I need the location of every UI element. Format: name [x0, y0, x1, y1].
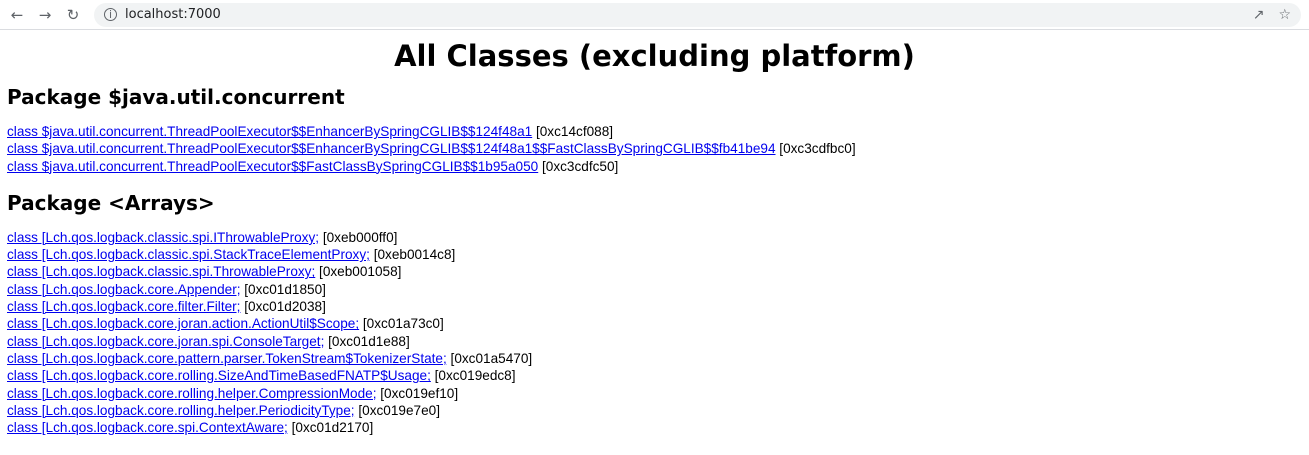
class-link[interactable]: class [Lch.qos.logback.core.spi.ContextA…: [7, 420, 288, 435]
class-link[interactable]: class [Lch.qos.logback.classic.spi.IThro…: [7, 230, 319, 245]
class-list-item: class [Lch.qos.logback.core.joran.spi.Co…: [7, 333, 1302, 350]
class-list-item: class [Lch.qos.logback.core.pattern.pars…: [7, 350, 1302, 367]
class-address: [0xc01d1850]: [244, 281, 326, 297]
class-list-item: class [Lch.qos.logback.core.spi.ContextA…: [7, 419, 1302, 436]
class-address: [0xc01d1e88]: [328, 333, 410, 349]
class-list: class $java.util.concurrent.ThreadPoolEx…: [7, 123, 1302, 175]
class-list-item: class $java.util.concurrent.ThreadPoolEx…: [7, 140, 1302, 157]
page-title: All Classes (excluding platform): [394, 39, 915, 73]
page-content: All Classes (excluding platform) Package…: [0, 39, 1309, 436]
class-list-item: class [Lch.qos.logback.classic.spi.IThro…: [7, 229, 1302, 246]
reload-icon[interactable]: ↻: [62, 4, 84, 26]
class-link[interactable]: class [Lch.qos.logback.core.joran.spi.Co…: [7, 334, 324, 349]
class-link[interactable]: class [Lch.qos.logback.core.rolling.Size…: [7, 368, 431, 383]
class-list-item: class [Lch.qos.logback.core.filter.Filte…: [7, 298, 1302, 315]
class-list-item: class [Lch.qos.logback.core.rolling.Size…: [7, 367, 1302, 384]
class-list-item: class [Lch.qos.logback.core.rolling.help…: [7, 385, 1302, 402]
package-heading: Package <Arrays>: [7, 190, 215, 215]
class-address: [0xeb001058]: [319, 264, 402, 280]
class-link[interactable]: class [Lch.qos.logback.core.rolling.help…: [7, 403, 355, 418]
back-arrow-icon[interactable]: ←: [6, 4, 28, 26]
address-bar[interactable]: i localhost:7000 ↗ ☆: [94, 2, 1301, 27]
class-address: [0xc3cdfbc0]: [779, 141, 856, 157]
class-link[interactable]: class [Lch.qos.logback.core.rolling.help…: [7, 386, 377, 401]
class-address: [0xc01d2170]: [291, 420, 374, 436]
class-link[interactable]: class $java.util.concurrent.ThreadPoolEx…: [7, 124, 532, 139]
url-text[interactable]: localhost:7000: [125, 7, 221, 22]
class-address: [0xeb000ff0]: [322, 229, 398, 245]
package-heading: Package $java.util.concurrent: [7, 85, 345, 109]
class-address: [0xc01a73c0]: [362, 316, 444, 332]
class-address: [0xc01d2038]: [244, 299, 326, 315]
class-list-item: class [Lch.qos.logback.core.Appender; [0…: [7, 281, 1302, 298]
class-address: [0xc3cdfc50]: [542, 158, 619, 174]
class-link[interactable]: class [Lch.qos.logback.core.Appender;: [7, 282, 241, 297]
class-list-item: class $java.util.concurrent.ThreadPoolEx…: [7, 158, 1302, 175]
class-link[interactable]: class [Lch.qos.logback.classic.spi.Throw…: [7, 264, 315, 279]
class-list-item: class $java.util.concurrent.ThreadPoolEx…: [7, 123, 1302, 140]
class-address: [0xc019e7e0]: [358, 402, 440, 418]
class-list-item: class [Lch.qos.logback.classic.spi.Throw…: [7, 263, 1302, 280]
class-list-item: class [Lch.qos.logback.classic.spi.Stack…: [7, 246, 1302, 263]
info-icon[interactable]: i: [104, 8, 117, 21]
forward-arrow-icon[interactable]: →: [34, 4, 56, 26]
class-address: [0xc019edc8]: [434, 368, 516, 384]
class-link[interactable]: class $java.util.concurrent.ThreadPoolEx…: [7, 159, 538, 174]
bookmark-star-icon[interactable]: ☆: [1278, 7, 1291, 23]
share-icon[interactable]: ↗: [1253, 7, 1265, 23]
class-address: [0xc019ef10]: [380, 385, 459, 401]
class-list-item: class [Lch.qos.logback.core.rolling.help…: [7, 402, 1302, 419]
class-link[interactable]: class $java.util.concurrent.ThreadPoolEx…: [7, 141, 776, 156]
browser-toolbar: ← → ↻ i localhost:7000 ↗ ☆: [0, 0, 1309, 30]
class-address: [0xc01a5470]: [450, 350, 533, 366]
class-link[interactable]: class [Lch.qos.logback.classic.spi.Stack…: [7, 247, 370, 262]
class-list-item: class [Lch.qos.logback.core.joran.action…: [7, 315, 1302, 332]
class-link[interactable]: class [Lch.qos.logback.core.pattern.pars…: [7, 351, 447, 366]
class-address: [0xc14cf088]: [535, 124, 614, 139]
class-address: [0xeb0014c8]: [373, 247, 456, 263]
class-link[interactable]: class [Lch.qos.logback.core.joran.action…: [7, 316, 359, 331]
class-list: class [Lch.qos.logback.classic.spi.IThro…: [7, 229, 1302, 437]
class-link[interactable]: class [Lch.qos.logback.core.filter.Filte…: [7, 299, 240, 314]
